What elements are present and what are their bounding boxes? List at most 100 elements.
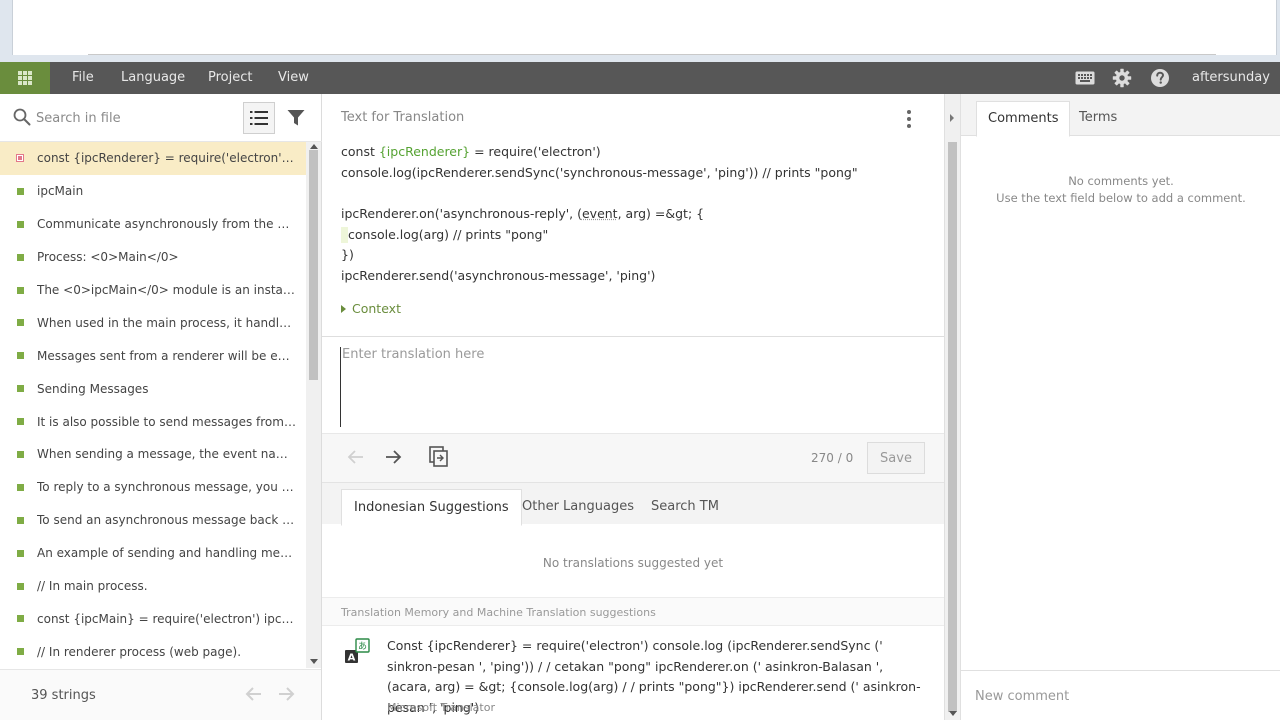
list-item[interactable]: const {ipcMain} = require('electron') ip… [0,602,306,635]
status-translated-icon [17,450,24,458]
context-toggle[interactable]: Context [341,301,401,316]
strings-panel: const {ipcRenderer} = require('electron'… [0,94,322,720]
tm-label: Translation Memory and Machine Translati… [341,606,656,619]
list-item[interactable]: To send an asynchronous message back to … [0,504,306,537]
status-translated-icon [17,483,24,491]
list-item[interactable]: The <0>ipcMain</0> module is an instance… [0,274,306,307]
list-item[interactable]: When sending a message, the event name i… [0,438,306,471]
machine-translation-icon: A あ [345,638,370,664]
next-page-icon[interactable] [277,686,295,702]
list-item[interactable]: Messages sent from a renderer will be em… [0,339,306,372]
source-fragment: console.log(arg) // prints "pong" [348,226,549,242]
source-line: const {ipcRenderer} = require('electron'… [341,142,931,163]
list-item[interactable]: Process: <0>Main</0> [0,241,306,274]
status-translated-icon [17,615,24,623]
strings-list: const {ipcRenderer} = require('electron'… [0,142,306,668]
empty-comments-hint: Use the text field below to add a commen… [996,191,1246,205]
suggestions-tabs: Indonesian Suggestions Other Languages S… [322,482,944,526]
scroll-up-icon[interactable] [310,144,318,149]
scroll-down-icon[interactable] [310,659,318,664]
list-item[interactable]: It is also possible to send messages fro… [0,405,306,438]
next-string-icon[interactable] [384,448,402,466]
character-count: 270 / 0 [811,451,854,465]
search-icon [13,108,31,126]
help-icon[interactable] [1150,68,1170,88]
collapse-right-icon[interactable] [947,110,957,126]
status-translated-icon [17,187,24,195]
status-translated-icon [17,286,24,294]
string-text: To send an asynchronous message back to … [37,513,297,528]
source-fragment: , arg) =&gt; { [617,206,705,222]
underlined-term: event [581,206,618,222]
list-item[interactable]: Communicate asynchronously from the main… [0,208,306,241]
svg-text:A: A [348,653,356,664]
filter-icon [287,110,305,126]
string-text: An example of sending and handling messa… [37,546,297,561]
tab-search-tm[interactable]: Search TM [639,489,731,526]
tab-other-languages[interactable]: Other Languages [510,489,646,526]
status-translated-icon [17,516,24,524]
gear-icon[interactable] [1112,68,1132,88]
status-translated-icon [17,385,24,393]
scrollbar-thumb[interactable] [948,142,957,712]
string-text: It is also possible to send messages fro… [37,414,297,429]
translation-input[interactable] [340,347,930,427]
list-item[interactable]: // In renderer process (web page). [0,635,306,668]
previous-string-icon[interactable] [347,448,365,466]
list-item[interactable]: const {ipcRenderer} = require('electron'… [0,142,306,175]
translation-editor [322,336,944,434]
mt-suggestion[interactable]: A あ Const {ipcRenderer} = require('elect… [322,625,944,720]
copy-source-icon[interactable] [429,446,449,468]
more-options-icon[interactable] [902,108,916,130]
status-translated-icon [17,418,24,426]
status-translated-icon [17,648,24,656]
tab-indonesian-suggestions[interactable]: Indonesian Suggestions [341,489,522,526]
editor-scrollbar[interactable] [944,94,960,720]
whitespace-marker [341,227,348,244]
empty-comments-line: No comments yet. [1068,174,1174,188]
source-fragment: const [341,144,379,159]
previous-page-icon[interactable] [245,686,263,702]
comment-box [961,670,1280,720]
divider [88,54,1216,55]
apps-grid-button[interactable] [0,62,50,94]
app-window: File Language Project View aftersunday c [0,0,1280,720]
list-item[interactable]: To reply to a synchronous message, you n… [0,471,306,504]
menu-language[interactable]: Language [121,62,185,94]
tab-terms[interactable]: Terms [1068,101,1128,137]
scrollbar-thumb[interactable] [309,150,318,380]
list-item[interactable]: When used in the main process, it handle… [0,306,306,339]
filter-button[interactable] [286,106,306,130]
menu-file[interactable]: File [72,62,94,94]
list-item[interactable]: ipcMain [0,175,306,208]
string-text: The <0>ipcMain</0> module is an instance… [37,283,297,297]
menubar: File Language Project View aftersunday [0,62,1280,94]
string-text: const {ipcMain} = require('electron') ip… [37,611,297,626]
string-text: When used in the main process, it handle… [37,315,297,330]
strings-scrollbar[interactable] [306,142,321,668]
menu-project[interactable]: Project [208,62,252,94]
grid-icon [18,71,32,85]
list-item[interactable]: An example of sending and handling messa… [0,537,306,570]
empty-comments-message: No comments yet. Use the text field belo… [961,173,1280,207]
tm-section-header: Translation Memory and Machine Translati… [322,597,944,625]
list-item[interactable]: Sending Messages [0,372,306,405]
strings-count: 39 strings [31,688,96,703]
editor-panel: Text for Translation const {ipcRenderer}… [322,94,944,720]
browser-frame [0,0,1280,62]
string-text: Communicate asynchronously from the main… [37,217,297,232]
source-line: ipcRenderer.send('asynchronous-message',… [341,268,656,284]
list-item[interactable]: // In main process. [0,570,306,603]
save-button[interactable]: Save [867,442,925,474]
menu-view[interactable]: View [278,62,309,94]
user-menu[interactable]: aftersunday [1192,62,1270,94]
comments-panel: Comments Terms No comments yet. Use the … [960,94,1280,720]
list-view-button[interactable] [243,102,275,134]
search-input[interactable] [36,106,221,130]
comment-input[interactable] [975,685,1265,707]
keyboard-icon[interactable] [1075,68,1095,88]
source-line: ipcRenderer.on('asynchronous-reply', (ev… [341,204,931,225]
tab-comments[interactable]: Comments [976,101,1071,137]
placeholder-variable: {ipcRenderer} [378,144,471,159]
scroll-down-icon[interactable] [949,711,957,716]
